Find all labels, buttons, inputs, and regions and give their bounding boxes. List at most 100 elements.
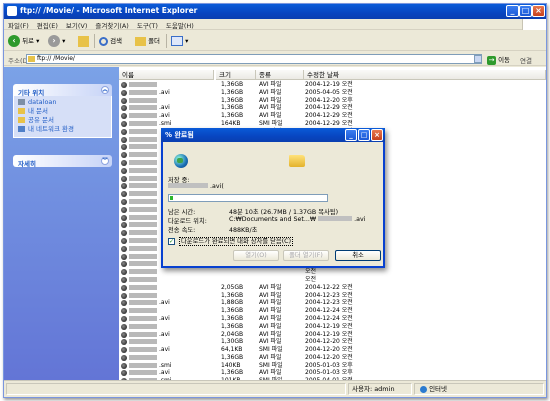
status-zone-label: 인터넷 <box>429 385 448 393</box>
blurred-filename <box>129 128 157 134</box>
checkbox-check-icon[interactable]: ✓ <box>168 237 175 245</box>
blurred-filename <box>129 370 157 376</box>
place-label: dataloan <box>28 98 57 106</box>
ftp-folder-icon <box>28 56 35 62</box>
place-dataloan[interactable]: dataloan <box>18 98 111 107</box>
status-bar: 사용자: admin 인터넷 <box>4 380 546 397</box>
place-my-documents[interactable]: 내 문서 <box>18 107 111 116</box>
blurred-filename <box>129 230 157 236</box>
dialog-title: % 완료됨 <box>165 131 194 139</box>
search-button[interactable]: 검색 <box>99 34 122 48</box>
title-bar[interactable]: ftp:// /Movie/ - Microsoft Internet Expl… <box>4 4 546 19</box>
file-size: 1,36GB <box>221 322 244 330</box>
table-row[interactable]: .avi 64,1KB SMI 파일 2004-12-20 오전 <box>119 346 546 354</box>
views-button[interactable]: ▾ <box>171 34 188 48</box>
status-text <box>6 383 346 395</box>
download-to-path: C:₩Documents and Set...₩ <box>229 216 317 223</box>
expand-chevron-icon[interactable]: ︾ <box>101 157 109 165</box>
dialog-minimize-button[interactable]: _ <box>345 129 357 141</box>
minimize-button[interactable]: _ <box>506 5 519 17</box>
cancel-button[interactable]: 취소 <box>335 250 381 261</box>
column-name[interactable]: 이름 <box>119 70 214 80</box>
windows-logo-icon <box>522 19 546 30</box>
menu-file[interactable]: 파일(F) <box>4 19 33 30</box>
media-file-icon <box>121 323 127 330</box>
column-size[interactable]: 크기 <box>216 70 256 80</box>
blurred-filename <box>129 159 157 165</box>
table-row[interactable]: 1,36GB AVI 파일 2004-12-19 오전 <box>119 81 546 89</box>
file-size: 1,30GB <box>221 338 244 346</box>
table-row[interactable]: 1,36GB AVI 파일 2004-12-20 오전 <box>119 354 546 362</box>
address-dropdown-icon[interactable] <box>474 55 482 63</box>
dialog-close-button[interactable]: × <box>371 129 383 141</box>
table-row[interactable]: .avi 1,88GB AVI 파일 2004-12-23 오전 <box>119 299 546 307</box>
table-row[interactable]: .avi 1,36GB AVI 파일 2004-12-24 오전 <box>119 315 546 323</box>
table-row[interactable]: 2,05GB AVI 파일 2004-12-22 오전 <box>119 284 546 292</box>
back-label: 뒤로 <box>22 37 35 45</box>
file-size: 1,36GB <box>221 96 244 104</box>
menu-tools[interactable]: 도구(T) <box>133 19 162 30</box>
blurred-filename <box>129 315 157 321</box>
download-progress-fill <box>170 196 174 200</box>
go-arrow-icon: → <box>487 55 496 65</box>
column-type[interactable]: 종류 <box>256 70 304 80</box>
file-name <box>129 292 213 300</box>
file-name: .avi <box>129 299 213 307</box>
folders-button[interactable]: 폴더 <box>135 34 160 48</box>
table-row[interactable]: 오전 <box>119 276 546 284</box>
maximize-button[interactable]: □ <box>519 5 532 17</box>
details-header[interactable]: 자세히 ︾ <box>13 155 112 168</box>
menu-help[interactable]: 도움말(H) <box>162 19 198 30</box>
blurred-filename <box>129 136 157 142</box>
blurred-filename <box>129 269 157 275</box>
file-type: AVI 파일 <box>259 322 282 330</box>
blurred-filename <box>129 206 157 212</box>
file-name: .avi <box>129 89 213 97</box>
blurred-filename <box>129 82 157 87</box>
table-row[interactable]: .avi 1,36GB AVI 파일 2004-12-29 오전 <box>119 112 546 120</box>
blurred-filename <box>129 198 157 204</box>
up-folder-button[interactable] <box>78 34 89 48</box>
blurred-filename <box>129 167 157 173</box>
media-file-icon <box>121 222 127 229</box>
close-on-complete-checkbox[interactable]: ✓ 다운로드가 완료되면 대화 상자를 닫음(C) <box>168 236 294 246</box>
address-input[interactable]: ftp:// /Movie/ <box>26 54 482 64</box>
go-label: 이동 <box>498 56 511 64</box>
forward-button[interactable]: › ▾ <box>48 34 65 48</box>
close-button[interactable]: × <box>532 5 545 17</box>
dialog-title-bar[interactable]: % 완료됨 _ □ × <box>161 128 385 142</box>
menu-view[interactable]: 보기(V) <box>62 19 91 30</box>
file-name <box>129 276 213 284</box>
table-row[interactable]: 오전 <box>119 268 546 276</box>
download-to-ext: .avi <box>354 216 366 223</box>
table-row[interactable]: 1,36GB AVI 파일 2004-12-24 오전 <box>119 307 546 315</box>
table-row[interactable]: 1,30GB AVI 파일 2004-12-20 오전 <box>119 338 546 346</box>
media-file-icon <box>121 175 127 182</box>
links-button[interactable]: 연결 <box>520 55 532 65</box>
place-shared-documents[interactable]: 공유 문서 <box>18 116 111 125</box>
back-button[interactable]: ‹ 뒤로 ▾ <box>8 34 39 48</box>
menu-favorites[interactable]: 즐겨찾기(A) <box>91 19 132 30</box>
menu-edit[interactable]: 편집(E) <box>33 19 62 30</box>
download-to-value: C:₩Documents and Set...₩ .avi <box>229 216 365 223</box>
other-places-header[interactable]: 기타 위치 ︽ <box>13 84 112 97</box>
open-folder-button[interactable]: 폴더 열기(F) <box>283 250 329 261</box>
go-button[interactable]: → 이동 <box>487 54 510 65</box>
table-row[interactable]: .avi 1,36GB AVI 파일 2005-04-05 오전 <box>119 89 546 97</box>
search-label: 검색 <box>110 37 123 45</box>
blurred-filename <box>129 362 157 368</box>
column-modified[interactable]: 수정한 날짜 <box>304 70 546 80</box>
file-name: .avi <box>129 331 213 339</box>
status-user: 사용자: admin <box>348 383 412 395</box>
collapse-chevron-icon[interactable]: ︽ <box>101 86 109 94</box>
table-row[interactable]: 1,36GB AVI 파일 2004-12-19 오전 <box>119 323 546 331</box>
open-button[interactable]: 열기(O) <box>233 250 279 261</box>
media-file-icon <box>121 113 127 120</box>
table-row[interactable]: .smi 164KB SMI 파일 2004-12-29 오전 <box>119 120 546 128</box>
file-type: AVI 파일 <box>259 307 282 315</box>
media-file-icon <box>121 152 127 159</box>
blurred-filename <box>129 347 157 353</box>
dialog-maximize-button[interactable]: □ <box>358 129 370 141</box>
blurred-filename <box>129 105 157 111</box>
place-network[interactable]: 내 네트워크 환경 <box>18 125 111 134</box>
